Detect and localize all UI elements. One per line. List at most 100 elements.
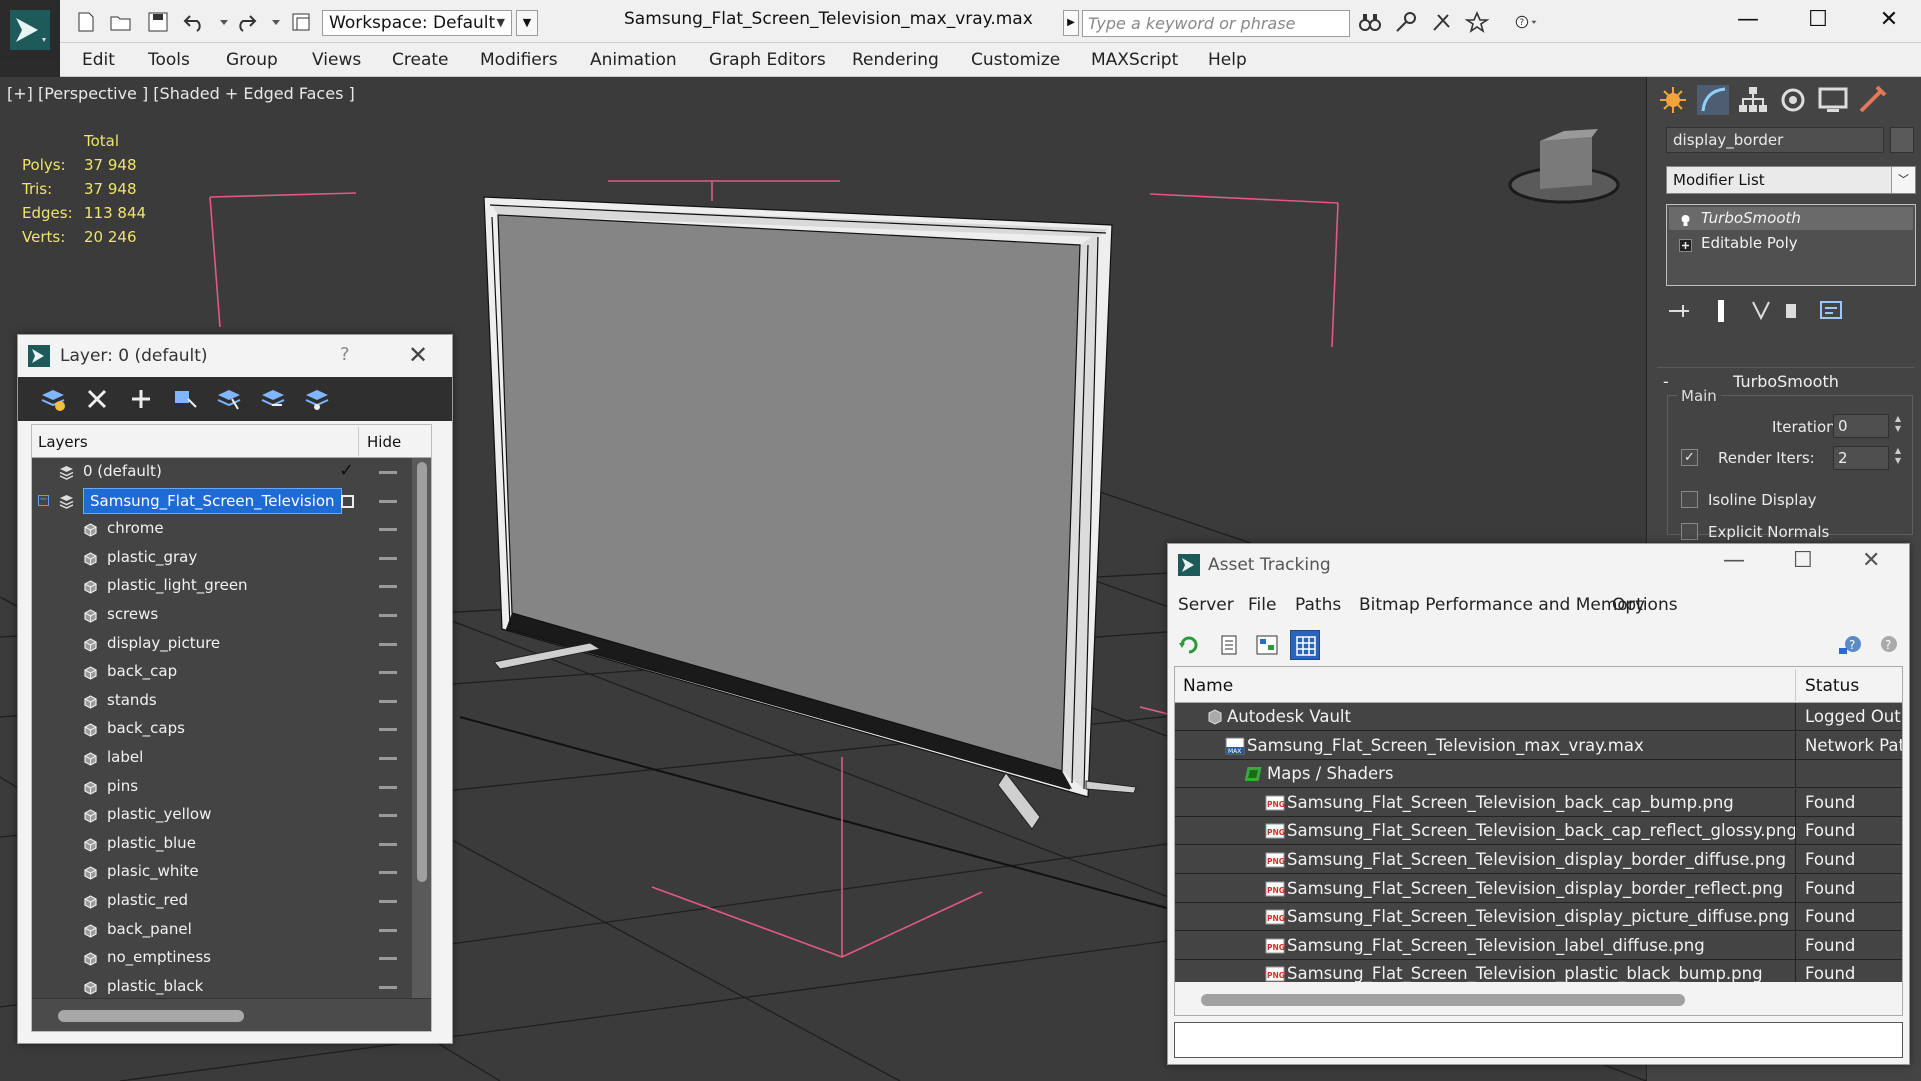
table-view-icon[interactable]: [1290, 630, 1320, 660]
hide-toggle-icon[interactable]: [379, 585, 397, 589]
hide-toggle-icon[interactable]: [379, 814, 397, 818]
current-layer-toggle-icon[interactable]: [341, 494, 354, 508]
maximize-button[interactable]: ☐: [1795, 4, 1841, 38]
make-unique-icon[interactable]: [1745, 296, 1777, 326]
layer-row[interactable]: back_panel: [32, 916, 412, 944]
menu-customize[interactable]: Customize: [971, 50, 1060, 70]
menu-tools[interactable]: Tools: [148, 50, 190, 70]
stack-item-turbosmooth[interactable]: TurboSmooth: [1669, 207, 1913, 230]
layer-row[interactable]: screws: [32, 601, 412, 629]
asset-row[interactable]: PNG Samsung_Flat_Screen_Television_back_c…: [1175, 817, 1902, 846]
close-button[interactable]: ✕: [408, 341, 428, 369]
new-layer-icon[interactable]: [38, 385, 68, 413]
hide-toggle-icon[interactable]: [379, 699, 397, 703]
column-header-layers[interactable]: Layers: [38, 433, 88, 451]
vertical-scrollbar[interactable]: [412, 458, 431, 998]
hide-toggle-icon[interactable]: [379, 642, 397, 646]
asset-row[interactable]: PNG Samsung_Flat_Screen_Television_label_…: [1175, 931, 1902, 960]
layer-row[interactable]: pins: [32, 773, 412, 801]
hide-toggle-icon[interactable]: [379, 842, 397, 846]
hide-toggle-icon[interactable]: [379, 556, 397, 560]
object-color-swatch[interactable]: [1890, 127, 1914, 153]
layer-row[interactable]: no_emptiness: [32, 944, 412, 972]
workspace-menu-button[interactable]: ▼: [516, 10, 538, 36]
layer-row[interactable]: 0 (default) ✓: [32, 458, 412, 486]
show-end-result-icon[interactable]: [1705, 296, 1737, 326]
layer-row[interactable]: plastic_red: [32, 887, 412, 915]
thumbnail-view-icon[interactable]: [1252, 630, 1282, 660]
scrollbar-thumb[interactable]: [58, 1010, 244, 1022]
hide-toggle-icon[interactable]: [379, 900, 397, 903]
utilities-tab-icon[interactable]: [1855, 83, 1891, 117]
column-header-name[interactable]: Name: [1183, 676, 1233, 696]
column-header-status[interactable]: Status: [1805, 676, 1859, 696]
help-button[interactable]: ?: [340, 344, 350, 365]
hide-toggle-icon[interactable]: [379, 785, 397, 789]
layer-row[interactable]: label: [32, 744, 412, 772]
render-iters-spinner-icon[interactable]: ▲ ▼: [1891, 446, 1905, 470]
iterations-field[interactable]: 0: [1833, 414, 1889, 438]
vault-help-icon[interactable]: ?: [1836, 630, 1866, 660]
scrollbar-thumb[interactable]: [1201, 994, 1685, 1006]
asset-row[interactable]: Maps / Shaders: [1175, 760, 1902, 789]
stack-item-editable-poly[interactable]: Editable Poly: [1669, 232, 1913, 255]
lightbulb-icon[interactable]: [1679, 211, 1692, 226]
binoculars-icon[interactable]: [1358, 11, 1384, 33]
menu-create[interactable]: Create: [392, 50, 449, 70]
iterations-spinner-icon[interactable]: ▲ ▼: [1891, 414, 1905, 438]
workspace-dropdown[interactable]: Workspace: Default ▼: [322, 10, 512, 36]
hide-toggle-icon[interactable]: [379, 614, 397, 617]
hide-toggle-icon[interactable]: [379, 471, 397, 474]
hide-toggle-icon[interactable]: [379, 528, 397, 532]
select-objects-icon[interactable]: [170, 385, 200, 413]
hierarchy-tab-icon[interactable]: [1735, 83, 1771, 117]
asset-row[interactable]: PNG Samsung_Flat_Screen_Television_displa…: [1175, 846, 1902, 874]
key-icon[interactable]: [1394, 11, 1420, 33]
render-iters-checkbox[interactable]: ✓: [1681, 449, 1698, 466]
new-file-icon[interactable]: [74, 11, 98, 33]
menu-animation[interactable]: Animation: [590, 50, 677, 70]
layer-dialog-titlebar[interactable]: Layer: 0 (default) ? ✕: [18, 335, 452, 377]
delete-layer-icon[interactable]: [82, 385, 112, 413]
set-current-layer-icon[interactable]: [258, 385, 288, 413]
menu-modifiers[interactable]: Modifiers: [480, 50, 558, 70]
close-button[interactable]: ✕: [1862, 548, 1880, 573]
modify-tab-icon[interactable]: [1695, 83, 1731, 117]
select-layer-icon[interactable]: [214, 385, 244, 413]
layer-row[interactable]: plastic_blue: [32, 830, 412, 858]
current-layer-check-icon[interactable]: ✓: [339, 460, 354, 481]
close-button[interactable]: ✕: [1866, 4, 1912, 38]
minimize-button[interactable]: —: [1723, 548, 1745, 573]
explicit-normals-checkbox[interactable]: [1681, 523, 1698, 540]
hide-toggle-icon[interactable]: [379, 957, 397, 961]
menu-help[interactable]: Help: [1208, 50, 1247, 70]
collapse-icon[interactable]: −: [38, 494, 49, 506]
menu-views[interactable]: Views: [312, 50, 361, 70]
menu-rendering[interactable]: Rendering: [852, 50, 939, 70]
hide-toggle-icon[interactable]: [379, 871, 397, 875]
undo-dropdown-icon[interactable]: [212, 11, 228, 33]
expand-plus-icon[interactable]: [1679, 236, 1692, 252]
asset-row[interactable]: Autodesk Vault Logged Out: [1175, 703, 1902, 731]
undo-icon[interactable]: [182, 11, 206, 33]
render-iters-field[interactable]: 2: [1833, 446, 1889, 470]
hide-toggle-icon[interactable]: [379, 985, 397, 989]
menu-bitmap-performance[interactable]: Bitmap Performance and Memory: [1359, 595, 1645, 615]
hide-toggle-icon[interactable]: [379, 728, 397, 732]
add-to-layer-icon[interactable]: [126, 385, 156, 413]
display-tab-icon[interactable]: [1815, 83, 1851, 117]
pin-stack-icon[interactable]: [1663, 296, 1695, 326]
maximize-button[interactable]: ☐: [1793, 548, 1813, 573]
layer-row[interactable]: plastic_light_green: [32, 572, 412, 600]
menu-graph-editors[interactable]: Graph Editors: [709, 50, 826, 70]
open-folder-icon[interactable]: [109, 11, 133, 33]
menu-server[interactable]: Server: [1178, 595, 1234, 615]
horizontal-scrollbar[interactable]: [1175, 982, 1902, 1015]
list-view-icon[interactable]: [1214, 630, 1244, 660]
refresh-icon[interactable]: [1174, 630, 1204, 660]
motion-tab-icon[interactable]: [1775, 83, 1811, 117]
asset-row[interactable]: PNG Samsung_Flat_Screen_Television_displa…: [1175, 903, 1902, 932]
scrollbar-thumb[interactable]: [417, 462, 427, 882]
view-cube[interactable]: [1508, 129, 1620, 204]
vault-login-icon[interactable]: ?: [1872, 630, 1902, 660]
